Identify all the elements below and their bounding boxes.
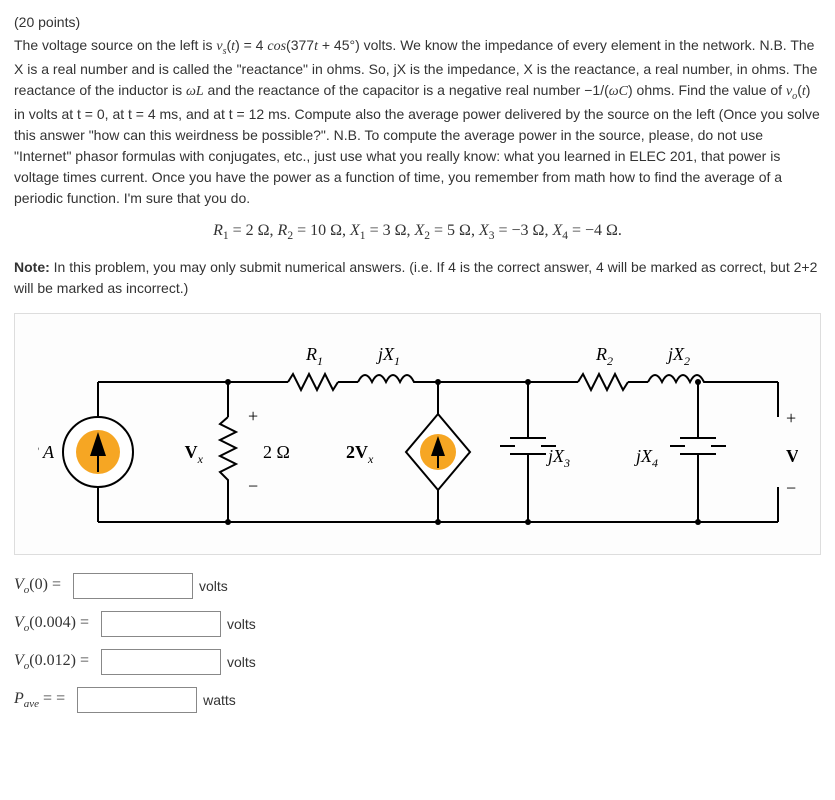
vo0-unit: volts (199, 576, 228, 597)
svg-text:R1: R1 (305, 344, 323, 368)
vo0-label: Vo(0) = (14, 573, 61, 599)
vo12-input[interactable] (101, 649, 221, 675)
svg-text:+: + (248, 406, 258, 426)
vo4-unit: volts (227, 614, 256, 635)
vo12-unit: volts (227, 652, 256, 673)
pave-unit: watts (203, 690, 236, 711)
pave-input[interactable] (77, 687, 197, 713)
svg-text:Vx: Vx (184, 442, 203, 466)
svg-text:Vo: Vo (786, 446, 798, 470)
svg-text:+: + (786, 408, 796, 428)
svg-text:jX2: jX2 (666, 344, 690, 368)
answer-section: Vo(0) = volts Vo(0.004) = volts Vo(0.012… (14, 573, 821, 713)
svg-text:jX1: jX1 (376, 344, 400, 368)
svg-text:R2: R2 (595, 344, 613, 368)
problem-statement: The voltage source on the left is vs(t) … (14, 35, 821, 209)
svg-text:jX3: jX3 (546, 446, 570, 470)
vo4-label: Vo(0.004) = (14, 611, 89, 637)
svg-text:2Vx: 2Vx (346, 442, 374, 466)
svg-text:−: − (248, 476, 258, 496)
circuit-diagram: R1 jX1 R2 jX2 (14, 313, 821, 555)
svg-text:−: − (786, 478, 796, 498)
vo4-input[interactable] (101, 611, 221, 637)
svg-text:jX4: jX4 (634, 446, 658, 470)
svg-text:2 Ω: 2 Ω (263, 442, 290, 462)
component-values: R1 = 2 Ω, R2 = 10 Ω, X1 = 3 Ω, X2 = 5 Ω,… (14, 219, 821, 245)
vo0-input[interactable] (73, 573, 193, 599)
vo12-label: Vo(0.012) = (14, 649, 89, 675)
pave-label: Pave = = (14, 687, 65, 713)
points-label: (20 points) (14, 12, 821, 33)
submission-note: Note: In this problem, you may only subm… (14, 257, 821, 299)
svg-text:4∠45° A: 4∠45° A (38, 442, 55, 462)
